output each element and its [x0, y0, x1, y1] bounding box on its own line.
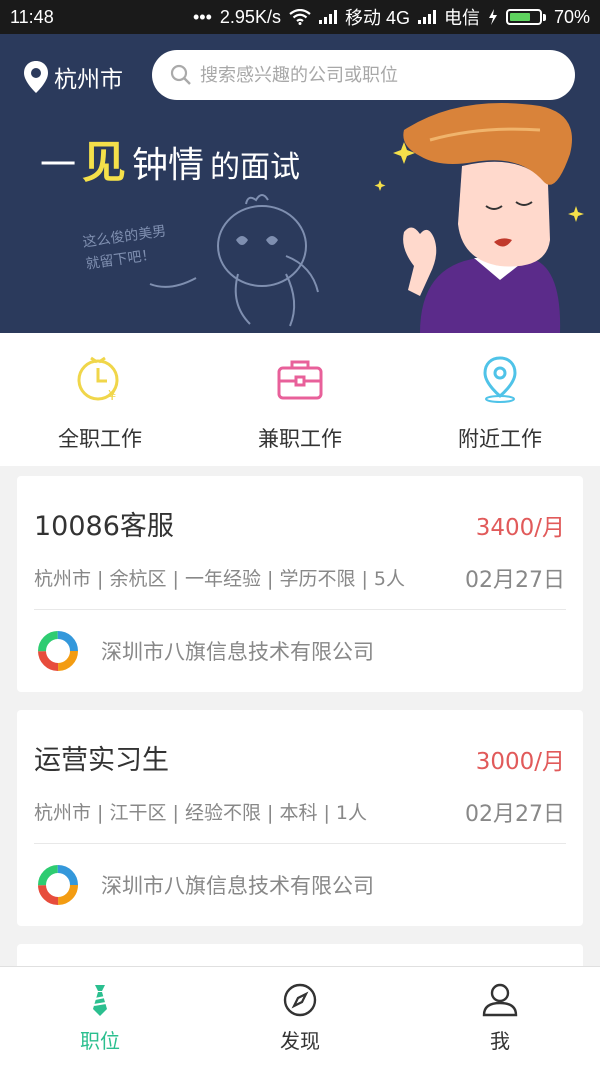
city-label: 杭州市	[54, 67, 123, 93]
tab-label: 职位	[80, 1029, 120, 1053]
job-date: 02月27日	[465, 802, 565, 827]
location-pin-icon	[472, 351, 528, 407]
status-bar: 11:48 ••• 2.95K/s 移动 4G 电信 70%	[0, 0, 600, 34]
clock-money-icon: ¥	[72, 351, 128, 407]
tab-label: 发现	[280, 1029, 320, 1053]
headline-big: 见	[82, 137, 127, 188]
search-icon	[170, 64, 191, 85]
bottom-tab-bar: 职位 发现 我	[0, 966, 600, 1067]
job-date: 02月27日	[465, 568, 565, 593]
battery-icon	[505, 9, 546, 25]
job-card[interactable]: 10086客服 3400/月 杭州市 | 余杭区 | 一年经验 | 学历不限 |…	[17, 476, 583, 692]
signal-icon-2	[417, 10, 436, 24]
category-label: 兼职工作	[258, 427, 342, 451]
tab-discover[interactable]: 发现	[200, 967, 400, 1067]
job-title: 10086客服	[34, 511, 174, 542]
company-name: 深圳市八旗信息技术有限公司	[101, 640, 374, 664]
carrier-1: 移动 4G	[344, 8, 410, 28]
signal-icon	[318, 10, 337, 24]
card-divider	[34, 843, 566, 844]
charging-icon	[488, 9, 497, 25]
category-parttime[interactable]: 兼职工作	[200, 333, 400, 466]
compass-icon	[283, 983, 317, 1017]
tab-label: 我	[490, 1029, 510, 1053]
category-label: 全职工作	[58, 427, 142, 451]
job-card[interactable]: 运营实习生 3000/月 杭州市 | 江干区 | 经验不限 | 本科 | 1人 …	[17, 710, 583, 926]
status-time: 11:48	[10, 6, 54, 27]
company-row[interactable]: 深圳市八旗信息技术有限公司	[37, 630, 374, 672]
tab-jobs[interactable]: 职位	[0, 967, 200, 1067]
tie-icon	[93, 985, 107, 1016]
company-logo-icon	[38, 865, 78, 905]
city-selector[interactable]: 杭州市	[24, 60, 123, 94]
promo-banner[interactable]: 杭州市 一 见 钟情 的面试 这么俊的美男 就留下吧！	[0, 34, 600, 333]
briefcase-icon	[272, 351, 328, 407]
network-speed: 2.95K/s	[219, 6, 281, 27]
category-label: 附近工作	[458, 427, 542, 451]
headline-pre: 一	[40, 145, 77, 186]
company-row[interactable]: 深圳市八旗信息技术有限公司	[37, 864, 374, 906]
svg-text:¥: ¥	[108, 389, 116, 404]
company-name: 深圳市八旗信息技术有限公司	[101, 874, 374, 898]
wifi-icon	[289, 9, 311, 25]
search-input[interactable]	[200, 64, 560, 86]
job-categories: ¥ 全职工作 兼职工作 附近工作	[0, 333, 600, 466]
battery-percent: 70%	[553, 6, 590, 27]
job-salary: 3000/月	[475, 749, 565, 775]
job-salary: 3400/月	[475, 515, 565, 541]
headline-post: 的面试	[210, 150, 301, 185]
category-nearby[interactable]: 附近工作	[400, 333, 600, 466]
headline-mid: 钟情	[132, 145, 205, 186]
banner-headline: 一 见 钟情 的面试	[40, 126, 300, 190]
job-meta: 杭州市 | 江干区 | 经验不限 | 本科 | 1人	[34, 802, 368, 824]
company-logo-icon	[38, 631, 78, 671]
tab-me[interactable]: 我	[400, 967, 600, 1067]
job-meta: 杭州市 | 余杭区 | 一年经验 | 学历不限 | 5人	[34, 568, 406, 590]
status-right: ••• 2.95K/s 移动 4G 电信 70%	[193, 4, 590, 30]
card-divider	[34, 609, 566, 610]
job-title: 运营实习生	[34, 745, 169, 776]
person-icon	[482, 983, 518, 1017]
category-fulltime[interactable]: ¥ 全职工作	[0, 333, 200, 466]
notification-dots: •••	[193, 6, 212, 27]
location-pin-icon	[24, 61, 48, 93]
carrier-2: 电信	[443, 8, 480, 28]
search-bar[interactable]	[152, 50, 575, 100]
